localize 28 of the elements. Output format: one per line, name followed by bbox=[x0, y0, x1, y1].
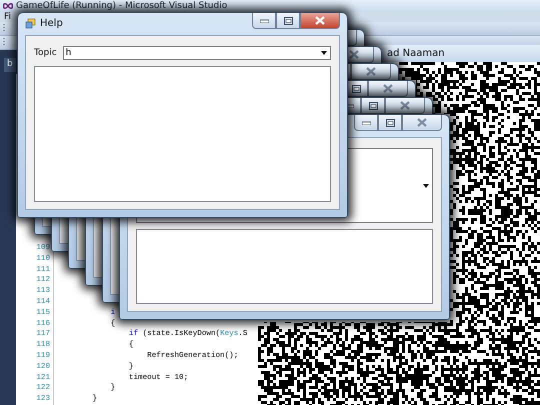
text-area[interactable] bbox=[136, 229, 433, 304]
maximize-button[interactable] bbox=[276, 13, 300, 29]
close-button[interactable] bbox=[385, 98, 425, 114]
window-title: ad Naaman bbox=[387, 48, 445, 59]
close-button[interactable] bbox=[368, 81, 408, 97]
close-icon bbox=[383, 84, 393, 93]
window-title: GameOfLife (Running) - Microsoft Visual Studio bbox=[16, 0, 228, 11]
close-icon bbox=[315, 16, 325, 25]
document-tab[interactable]: b bbox=[4, 58, 16, 72]
topic-label: Topic bbox=[34, 48, 57, 58]
maximize-icon bbox=[284, 16, 292, 24]
maximize-button[interactable] bbox=[378, 115, 402, 131]
close-icon bbox=[366, 67, 376, 76]
app-window-icon bbox=[25, 18, 36, 29]
dropdown-arrow-icon[interactable] bbox=[320, 49, 328, 57]
dropdown-arrow-icon[interactable] bbox=[422, 182, 430, 190]
infinity-icon bbox=[3, 2, 13, 9]
minimize-icon bbox=[362, 120, 370, 124]
topic-combo[interactable]: h bbox=[62, 46, 331, 60]
minimize-button[interactable] bbox=[354, 115, 378, 131]
menu-item[interactable]: Fi bbox=[4, 12, 12, 22]
close-icon bbox=[417, 118, 427, 127]
maximize-button[interactable] bbox=[361, 98, 385, 114]
text-area[interactable] bbox=[34, 66, 331, 202]
window-title: Help bbox=[40, 18, 63, 29]
close-icon bbox=[400, 101, 410, 110]
close-button[interactable] bbox=[351, 64, 391, 80]
close-icon bbox=[349, 50, 359, 59]
